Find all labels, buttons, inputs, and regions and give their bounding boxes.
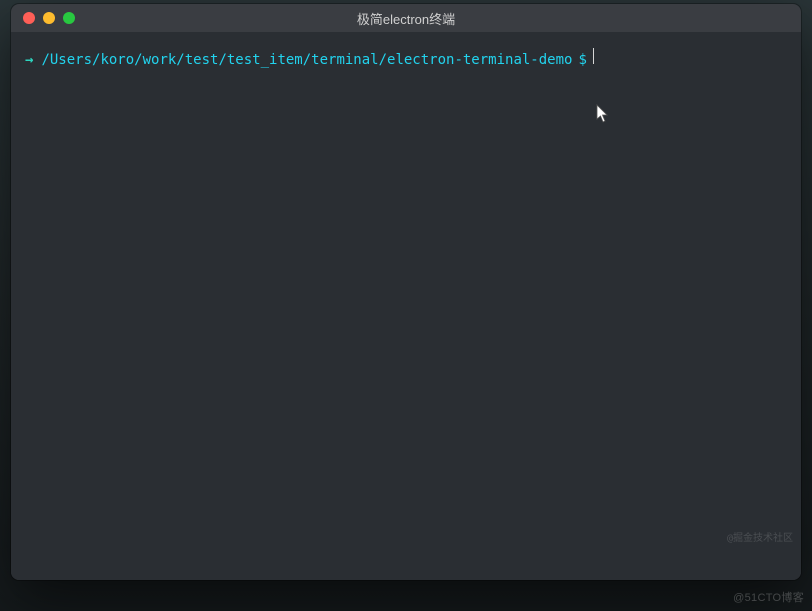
prompt-arrow-icon: → (25, 50, 33, 71)
mouse-pointer-icon (596, 104, 610, 131)
terminal-viewport[interactable]: → /Users/koro/work/test/test_item/termin… (11, 32, 801, 580)
text-cursor-icon (593, 48, 594, 64)
prompt-line: → /Users/koro/work/test/test_item/termin… (25, 48, 787, 71)
terminal-window: 极简electron终端 → /Users/koro/work/test/tes… (11, 4, 801, 580)
current-working-dir: /Users/koro/work/test/test_item/terminal… (41, 50, 572, 71)
watermark-inner: @掘金技术社区 (727, 531, 793, 546)
window-titlebar[interactable]: 极简electron终端 (11, 4, 801, 32)
watermark-outer: @51CTO博客 (733, 589, 804, 605)
maximize-button[interactable] (63, 12, 75, 24)
minimize-button[interactable] (43, 12, 55, 24)
close-button[interactable] (23, 12, 35, 24)
prompt-symbol: $ (578, 50, 586, 71)
window-controls (11, 12, 75, 24)
desktop-background: 极简electron终端 → /Users/koro/work/test/tes… (0, 0, 812, 611)
window-title: 极简electron终端 (11, 9, 801, 28)
